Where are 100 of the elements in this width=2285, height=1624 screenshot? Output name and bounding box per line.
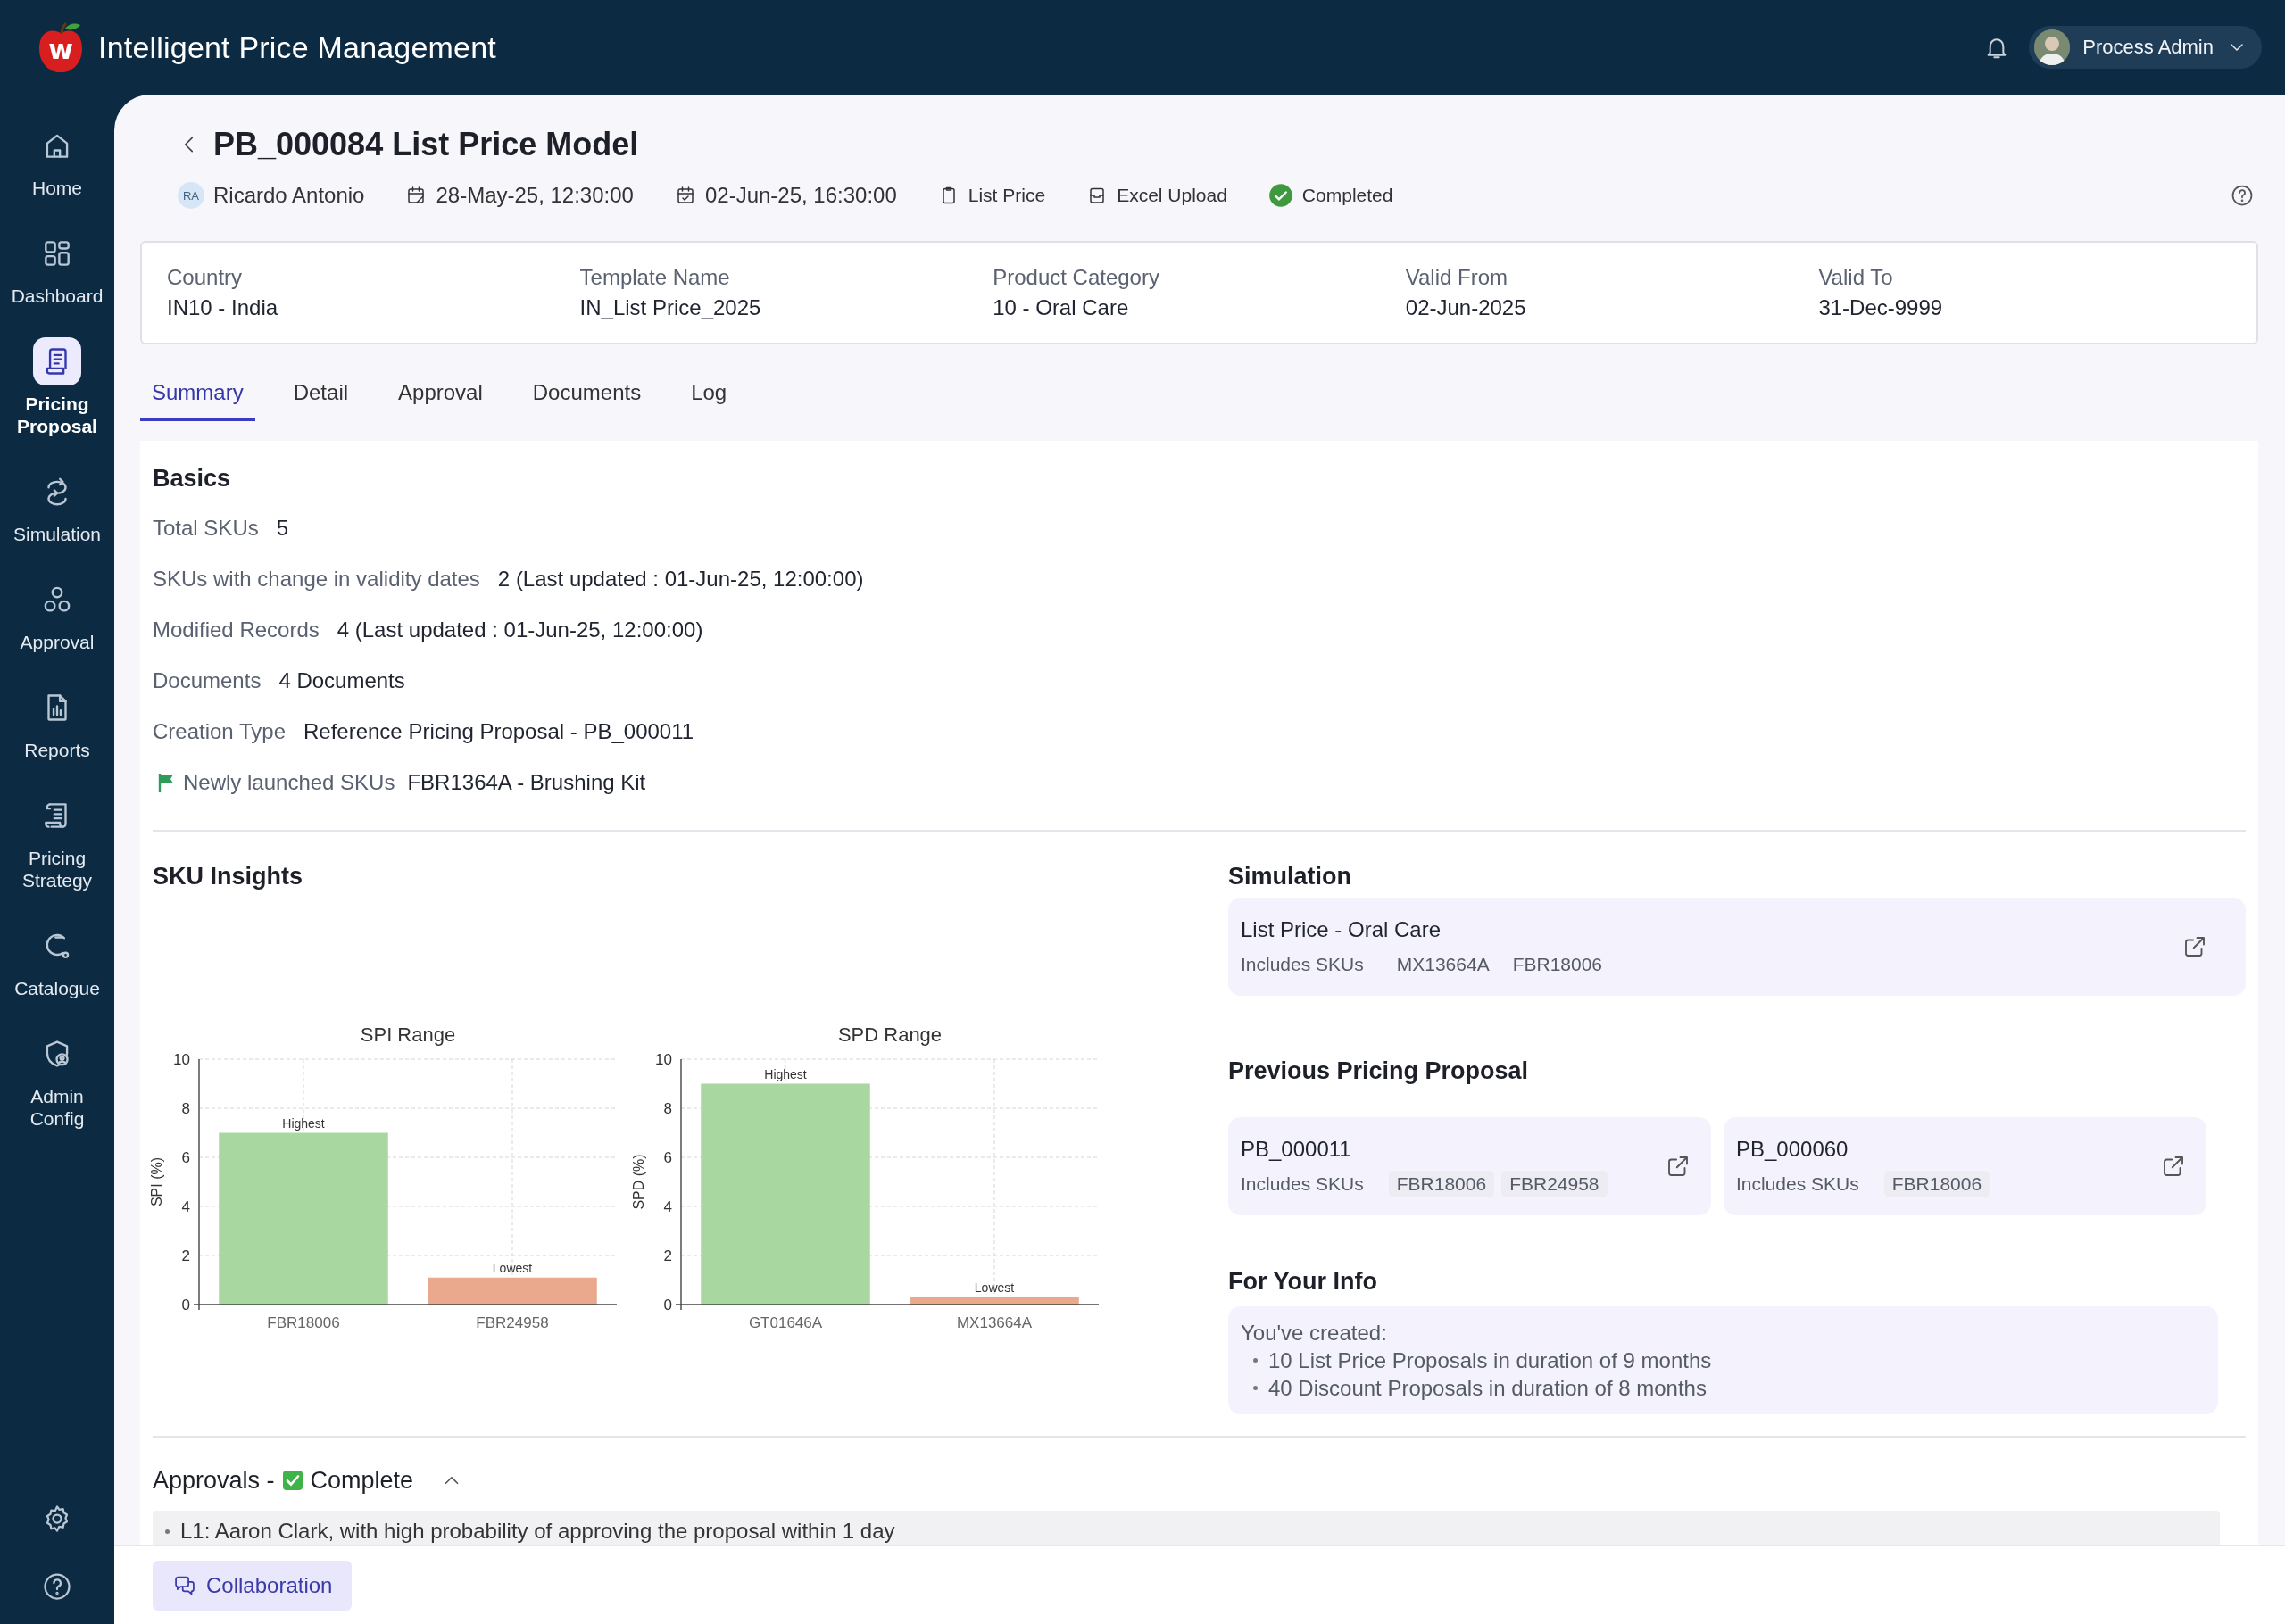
info-item: 40 Discount Proposals in duration of 8 months <box>1268 1375 1707 1402</box>
sku-tag: FBR24958 <box>1501 1171 1608 1197</box>
source-label: Excel Upload <box>1117 185 1227 206</box>
field-value: IN_List Price_2025 <box>579 294 762 321</box>
bullet-icon <box>1253 1358 1258 1363</box>
row-value: 4 (Last updated : 01-Jun-25, 12:00:00) <box>337 617 703 643</box>
help-icon[interactable] <box>2230 183 2255 208</box>
category-label: FBR18006 <box>267 1314 340 1331</box>
row-label: Creation Type <box>153 718 286 745</box>
check-circle-icon <box>1267 183 1293 208</box>
sidebar-item[interactable]: Dashboard <box>4 229 111 307</box>
sku-code: FBR18006 <box>1511 953 1604 976</box>
chart-title: SPI Range <box>360 1023 456 1046</box>
owner-initials: RA <box>178 182 204 209</box>
row-value: 4 Documents <box>278 667 405 694</box>
sidebar-item[interactable]: Approval <box>4 576 111 653</box>
bar-label: Lowest <box>492 1260 533 1275</box>
user-avatar <box>2034 29 2071 65</box>
tab[interactable]: Summary <box>140 366 255 421</box>
sku-tag: FBR18006 <box>1883 1171 1990 1197</box>
created-date: 28-May-25, 12:30:00 <box>436 183 634 208</box>
row-label: SKUs with change in validity dates <box>153 566 480 592</box>
bullet-icon <box>1253 1386 1258 1390</box>
user-menu[interactable]: Process Admin <box>2029 26 2262 69</box>
field-value: 10 - Oral Care <box>993 294 1130 321</box>
card-title: List Price - Oral Care <box>1241 916 1442 943</box>
section-title: Previous Pricing Proposal <box>1228 1056 1530 1086</box>
skus-label: Includes SKUs <box>1241 1173 1364 1195</box>
category-label: MX13664A <box>956 1314 1033 1331</box>
axis-tick-label: 8 <box>663 1100 672 1117</box>
field-value: 02-Jun-2025 <box>1405 294 1527 321</box>
field-value: IN10 - India <box>167 294 279 321</box>
sidebar-item[interactable]: Pricing Proposal <box>4 337 111 437</box>
tab[interactable]: Detail <box>281 366 361 421</box>
bar-label: Lowest <box>974 1280 1015 1295</box>
help-icon[interactable] <box>41 1570 73 1603</box>
row-label: Newly launched SKUs <box>183 769 395 796</box>
axis-tick-label: 6 <box>663 1149 672 1166</box>
price-type: List Price <box>968 185 1046 206</box>
skus-label: Includes SKUs <box>1241 954 1364 975</box>
flag-icon <box>156 772 176 793</box>
section-title: SKU Insights <box>153 862 303 891</box>
proposal-card[interactable]: PB_000060 Includes SKUs FBR18006 <box>1724 1117 2206 1215</box>
simulation-card[interactable]: List Price - Oral Care Includes SKUs MX13664A FBR18006 <box>1228 898 2246 996</box>
sku-tag: FBR18006 <box>1388 1171 1495 1197</box>
sidebar-item[interactable]: Home <box>4 121 111 199</box>
axis-tick-label: 2 <box>181 1247 190 1264</box>
page-title: PB_000084 List Price Model <box>213 125 639 164</box>
section-title: For Your Info <box>1228 1267 1378 1297</box>
tab[interactable]: Log <box>679 366 739 421</box>
bar-label: Highest <box>764 1066 807 1081</box>
field-value: 31-Dec-9999 <box>1818 294 1944 321</box>
card-title: PB_000060 <box>1736 1136 1849 1163</box>
axis-tick-label: 0 <box>663 1297 672 1313</box>
row-value: Reference Pricing Proposal - PB_000011 <box>303 718 694 745</box>
row-label: Documents <box>153 667 262 694</box>
app-title: Intelligent Price Management <box>98 29 496 65</box>
category-label: GT01646A <box>748 1314 823 1331</box>
axis-tick-label: 4 <box>663 1198 672 1215</box>
approvals-title: Approvals - <box>153 1466 275 1496</box>
axis-label: SPD (%) <box>631 1154 646 1210</box>
sidebar-item[interactable]: Simulation <box>4 468 111 545</box>
section-title: Basics <box>153 464 232 493</box>
row-label: Total SKUs <box>153 515 259 542</box>
status-label: Completed <box>1301 185 1393 206</box>
axis-tick-label: 10 <box>655 1051 672 1068</box>
sidebar-item[interactable]: Admin Config <box>4 1030 111 1130</box>
row-label: Modified Records <box>153 617 320 643</box>
field-label: Product Category <box>993 264 1160 291</box>
updated-date: 02-Jun-25, 16:30:00 <box>704 183 897 208</box>
info-intro: You've created: <box>1241 1320 1388 1346</box>
sidebar-item[interactable]: Reports <box>4 684 111 761</box>
tab[interactable]: Approval <box>386 366 494 421</box>
axis-tick-label: 0 <box>181 1297 190 1313</box>
sidebar-item[interactable]: Catalogue <box>4 922 111 999</box>
sku-code: MX13664A <box>1395 953 1491 976</box>
axis-tick-label: 10 <box>173 1051 190 1068</box>
field-label: Valid To <box>1818 264 1894 291</box>
sidebar-item[interactable]: Pricing Strategy <box>4 791 111 891</box>
axis-tick-label: 4 <box>181 1198 190 1215</box>
field-label: Valid From <box>1405 264 1509 291</box>
info-item: 10 List Price Proposals in duration of 9 months <box>1268 1347 1712 1374</box>
approval-status: Complete <box>310 1466 414 1496</box>
field-label: Template Name <box>579 264 731 291</box>
row-value: 2 (Last updated : 01-Jun-25, 12:00:00) <box>497 566 864 592</box>
chart-title: SPD Range <box>837 1023 943 1046</box>
field-label: Country <box>167 264 244 291</box>
proposal-card[interactable]: PB_000011 Includes SKUs FBR18006 FBR24958 <box>1228 1117 1711 1215</box>
axis-label: SPI (%) <box>149 1156 164 1207</box>
bar-label: Highest <box>282 1115 325 1131</box>
row-value: FBR1364A - Brushing Kit <box>407 769 646 796</box>
card-title: PB_000011 <box>1241 1136 1352 1163</box>
tab[interactable]: Documents <box>520 366 653 421</box>
row-value: 5 <box>276 515 289 542</box>
owner-name: Ricardo Antonio <box>213 183 365 208</box>
bullet-icon <box>165 1529 170 1534</box>
axis-tick-label: 2 <box>663 1247 672 1264</box>
section-title: Simulation <box>1228 862 1352 891</box>
axis-tick-label: 6 <box>181 1149 190 1166</box>
collaboration-button[interactable]: Collaboration <box>153 1560 353 1611</box>
